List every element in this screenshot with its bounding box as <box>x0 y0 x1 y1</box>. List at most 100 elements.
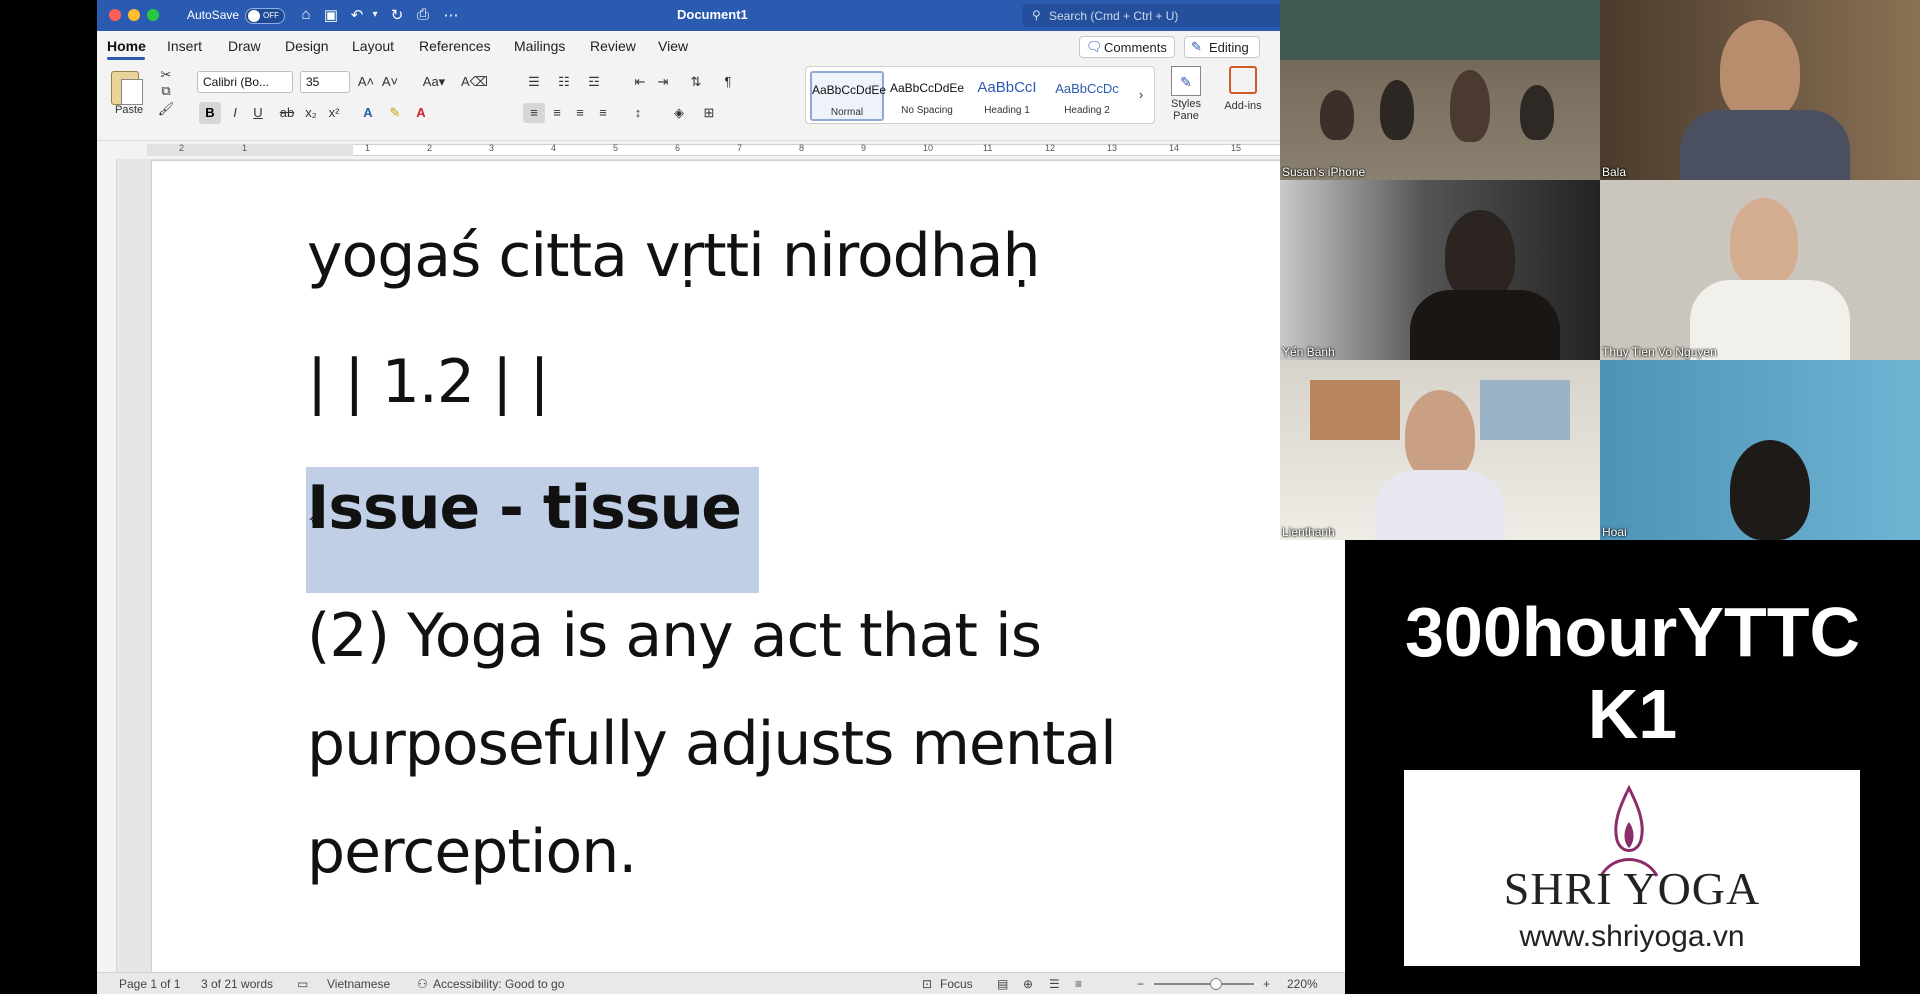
sort-icon[interactable]: ⇅ <box>685 72 707 92</box>
bold-button[interactable]: B <box>199 102 221 124</box>
align-right-icon[interactable]: ≡ <box>569 103 591 123</box>
tab-layout[interactable]: Layout <box>352 38 394 54</box>
video-person <box>1730 440 1810 540</box>
numbering-icon[interactable]: ☷ <box>553 72 575 92</box>
tab-review[interactable]: Review <box>590 38 636 54</box>
doc-line-paragraph-1[interactable]: (2) Yoga is any act that is <box>307 601 1042 671</box>
zoom-window-button[interactable] <box>147 9 159 21</box>
ruler-number: 2 <box>179 143 185 153</box>
ruler-number: 4 <box>551 143 557 153</box>
font-size-dropdown[interactable]: 35 <box>300 71 350 93</box>
change-case-icon[interactable]: Aa▾ <box>419 72 449 92</box>
search-placeholder: Search (Cmd + Ctrl + U) <box>1049 9 1179 23</box>
video-tile[interactable]: Bala <box>1600 0 1920 180</box>
language-status[interactable]: Vietnamese <box>327 977 390 991</box>
undo-dropdown-icon[interactable]: ▾ <box>365 9 385 20</box>
style-no-spacing[interactable]: AaBbCcDdEe No Spacing <box>890 71 964 121</box>
outline-icon[interactable]: ☰ <box>1049 977 1060 991</box>
video-painting <box>1310 380 1400 440</box>
clear-format-icon[interactable]: A⌫ <box>461 72 488 92</box>
web-layout-icon[interactable]: ⊕ <box>1023 977 1033 991</box>
multilevel-list-icon[interactable]: ☲ <box>583 72 605 92</box>
superscript-button[interactable]: x² <box>323 103 345 123</box>
ruler-number: 13 <box>1107 143 1118 153</box>
styles-more-icon[interactable]: › <box>1130 85 1152 105</box>
addins-button[interactable]: Add-ins <box>1215 66 1271 112</box>
zoom-in-icon[interactable]: + <box>1263 977 1270 991</box>
word-count[interactable]: 3 of 21 words <box>201 977 273 991</box>
tab-references[interactable]: References <box>419 38 491 54</box>
video-tile[interactable]: Lienthanh <box>1280 360 1600 540</box>
style-heading-2[interactable]: AaBbCcDc Heading 2 <box>1050 71 1124 121</box>
redo-icon[interactable]: ↻ <box>387 6 407 24</box>
zoom-out-icon[interactable]: − <box>1137 977 1144 991</box>
shrink-font-icon[interactable]: A˅ <box>379 72 401 92</box>
video-person <box>1445 210 1515 300</box>
tab-design[interactable]: Design <box>285 38 329 54</box>
copy-icon[interactable]: ⧉ <box>155 81 177 101</box>
style-heading-1[interactable]: AaBbCcI Heading 1 <box>970 71 1044 121</box>
decrease-indent-icon[interactable]: ⇤ <box>629 72 651 92</box>
text-effects-icon[interactable]: A <box>357 103 379 123</box>
line-spacing-icon[interactable]: ↕ <box>627 103 649 123</box>
zoom-slider[interactable] <box>1154 983 1254 985</box>
tab-draw[interactable]: Draw <box>228 38 261 54</box>
subscript-button[interactable]: x₂ <box>300 103 322 123</box>
undo-icon[interactable]: ↶ <box>347 6 367 24</box>
minimize-window-button[interactable] <box>128 9 140 21</box>
strikethrough-button[interactable]: ab <box>276 103 298 123</box>
tab-insert[interactable]: Insert <box>167 38 202 54</box>
video-tile[interactable]: Thuy Tien Vo Nguyen <box>1600 180 1920 360</box>
tab-mailings[interactable]: Mailings <box>514 38 565 54</box>
justify-icon[interactable]: ≡ <box>592 103 614 123</box>
print-layout-icon[interactable]: ▤ <box>997 977 1008 991</box>
video-tile[interactable]: Yến Bành <box>1280 180 1600 360</box>
font-color-icon[interactable]: A <box>410 103 432 123</box>
shading-icon[interactable]: ◈ <box>668 103 690 123</box>
horizontal-ruler[interactable]: 2 1 1 2 3 4 5 6 7 8 9 10 11 12 13 14 15 <box>97 141 1345 159</box>
focus-icon: ⊡ <box>922 977 933 991</box>
document-page[interactable]: ➶ yogaś citta vṛtti nirodhaḥ | | 1.2 | |… <box>152 161 1345 972</box>
italic-button[interactable]: I <box>224 103 246 123</box>
increase-indent-icon[interactable]: ⇥ <box>652 72 674 92</box>
borders-icon[interactable]: ⊞ <box>698 103 720 123</box>
show-marks-icon[interactable]: ¶ <box>717 72 739 92</box>
align-left-icon[interactable]: ≡ <box>523 103 545 123</box>
save-icon[interactable]: ▣ <box>321 6 341 24</box>
home-icon[interactable]: ⌂ <box>296 6 316 23</box>
comments-button[interactable]: 🗨 Comments <box>1079 36 1175 58</box>
format-painter-icon[interactable]: 🖌 <box>155 99 177 119</box>
font-name-dropdown[interactable]: Calibri (Bo... <box>197 71 293 93</box>
more-icon[interactable]: ⋯ <box>441 6 461 24</box>
vertical-ruler[interactable] <box>97 159 117 972</box>
highlight-color-icon[interactable]: ✎ <box>384 103 406 123</box>
underline-button[interactable]: U <box>247 103 269 123</box>
proofing-icon[interactable]: ▭ <box>297 977 308 991</box>
page-count[interactable]: Page 1 of 1 <box>119 977 180 991</box>
tab-view[interactable]: View <box>658 38 688 54</box>
autosave-toggle[interactable]: OFF <box>245 8 285 24</box>
editing-button[interactable]: ✎ Editing <box>1184 36 1260 58</box>
participant-name: Bala <box>1602 165 1627 179</box>
draft-icon[interactable]: ≡ <box>1075 977 1082 991</box>
doc-line-paragraph-2[interactable]: purposefully adjusts mental <box>307 709 1117 779</box>
styles-pane-button[interactable]: ✎ Styles Pane <box>1164 66 1208 122</box>
doc-line-selected[interactable]: Issue - tissue <box>307 473 742 543</box>
grow-font-icon[interactable]: A˄ <box>355 72 377 92</box>
bullets-icon[interactable]: ☰ <box>523 72 545 92</box>
video-tile[interactable]: Susan’s iPhone <box>1280 0 1600 180</box>
align-center-icon[interactable]: ≡ <box>546 103 568 123</box>
style-normal[interactable]: AaBbCcDdEe Normal <box>810 71 886 121</box>
print-icon[interactable]: ⎙ <box>413 6 433 23</box>
zoom-slider-handle[interactable] <box>1210 978 1222 990</box>
doc-line-verse-number[interactable]: | | 1.2 | | <box>307 347 550 417</box>
zoom-level[interactable]: 220% <box>1287 977 1318 991</box>
close-window-button[interactable] <box>109 9 121 21</box>
doc-line-sutra[interactable]: yogaś citta vṛtti nirodhaḥ <box>307 221 1041 291</box>
accessibility-status[interactable]: Accessibility: Good to go <box>433 977 564 991</box>
doc-line-paragraph-3[interactable]: perception. <box>307 817 637 887</box>
logo-brand-text: SHRI YOGA <box>1503 863 1761 914</box>
tab-home[interactable]: Home <box>107 38 146 54</box>
focus-button[interactable]: Focus <box>940 977 973 991</box>
video-tile[interactable]: Hoai <box>1600 360 1920 540</box>
